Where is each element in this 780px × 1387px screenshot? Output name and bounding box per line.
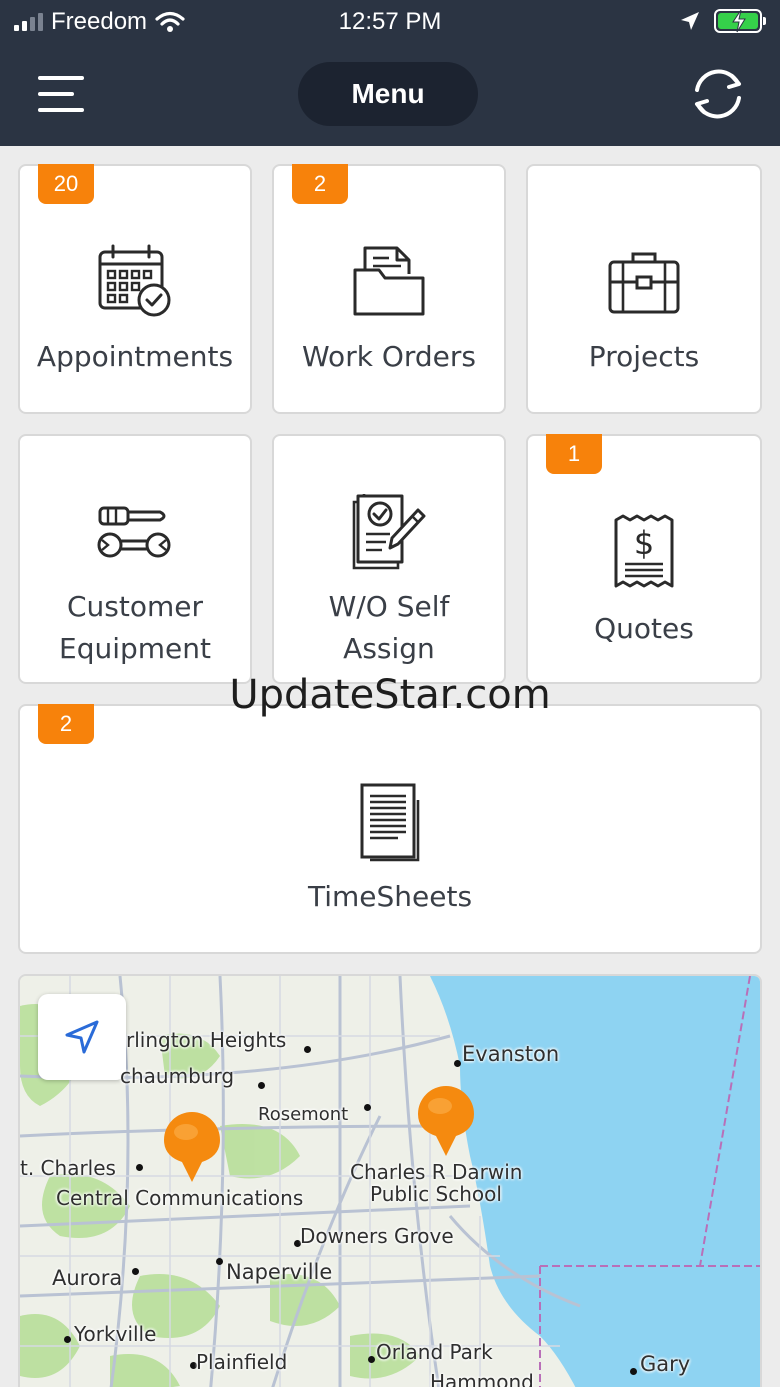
briefcase-icon: [608, 252, 680, 314]
locate-me-button[interactable]: [38, 994, 126, 1080]
tile-wo-self-assign[interactable]: W/O Self Assign: [272, 434, 506, 684]
map-label-aurora: Aurora: [52, 1266, 123, 1290]
map-label-evanston: Evanston: [462, 1042, 560, 1066]
map-label-naperville: Naperville: [226, 1260, 333, 1284]
map-city-dot: [216, 1258, 223, 1265]
tile-quotes[interactable]: 1 $ Quotes: [526, 434, 762, 684]
map-pin-charles-r-darwin[interactable]: [416, 1086, 476, 1158]
map-city-dot: [258, 1082, 265, 1089]
map-city-dot: [364, 1104, 371, 1111]
tile-label: Work Orders: [302, 340, 476, 373]
tile-label: TimeSheets: [307, 880, 473, 913]
refresh-icon[interactable]: [688, 66, 748, 122]
watermark: UpdateStar.com: [229, 672, 551, 718]
map-city-dot: [454, 1060, 461, 1067]
status-indicators: [680, 9, 766, 33]
map-label-plainfield: Plainfield: [196, 1350, 288, 1374]
map-pin-central-communications[interactable]: [162, 1112, 222, 1184]
quotes-count-badge: 1: [546, 434, 602, 474]
location-arrow-icon: [65, 1020, 99, 1054]
folder-document-icon: [353, 246, 425, 316]
battery-icon: [714, 9, 766, 33]
map-label-downers-grove: Downers Grove: [300, 1224, 454, 1248]
map-label-darwin-line2: Public School: [370, 1182, 502, 1206]
map-city-dot: [132, 1268, 139, 1275]
tile-label-line1: W/O Self: [328, 590, 450, 623]
map-view[interactable]: rlington Heights chaumburg Rosemont Evan…: [18, 974, 762, 1387]
map-city-dot: [630, 1368, 637, 1375]
tile-appointments[interactable]: 20 Appointments: [18, 164, 252, 414]
map-label-hammond: Hammond: [430, 1370, 534, 1387]
tile-label: Appointments: [36, 340, 234, 373]
document-pen-icon: [352, 494, 426, 570]
tile-customer-equipment[interactable]: Customer Equipment: [18, 434, 252, 684]
svg-text:$: $: [634, 524, 654, 562]
appointments-count-badge: 20: [38, 164, 94, 204]
tile-timesheets[interactable]: 2 TimeSheets: [18, 704, 762, 954]
work-orders-count-badge: 2: [292, 164, 348, 204]
tile-label: Quotes: [594, 612, 694, 645]
map-label-central-communications: Central Communications: [56, 1186, 304, 1210]
location-arrow-icon: [681, 12, 699, 30]
map-label-st-charles: t. Charles: [20, 1156, 116, 1180]
status-bar: Freedom 12:57 PM: [0, 0, 780, 44]
calendar-check-icon: [98, 244, 171, 317]
map-label-rosemont: Rosemont: [258, 1104, 349, 1125]
hamburger-menu-icon[interactable]: [38, 76, 84, 112]
tile-work-orders[interactable]: 2 Work Orders: [272, 164, 506, 414]
tile-label-line2: Equipment: [59, 632, 211, 665]
page-title: Menu: [298, 62, 478, 126]
status-time: 12:57 PM: [338, 8, 442, 35]
tile-label-line1: Customer: [66, 590, 203, 623]
map-label-darwin-line1: Charles R Darwin: [350, 1160, 523, 1184]
map-city-dot: [304, 1046, 311, 1053]
receipt-dollar-icon: $: [614, 514, 674, 588]
tile-label-line2: Assign: [343, 632, 435, 665]
top-bar: Freedom 12:57 PM Menu: [0, 0, 780, 146]
tile-label: Projects: [588, 340, 700, 373]
tools-icon: [97, 506, 171, 558]
map-label-yorkville: Yorkville: [74, 1322, 157, 1346]
map-city-dot: [64, 1336, 71, 1343]
map-label-orland-park: Orland Park: [376, 1340, 493, 1364]
map-label-arlington-heights: rlington Heights: [126, 1028, 287, 1052]
tile-projects[interactable]: Projects: [526, 164, 762, 414]
map-label-schaumburg: chaumburg: [120, 1064, 235, 1088]
map-label-gary: Gary: [640, 1352, 691, 1376]
timesheet-icon: [360, 783, 420, 862]
map-city-dot: [368, 1356, 375, 1363]
map-city-dot: [136, 1164, 143, 1171]
